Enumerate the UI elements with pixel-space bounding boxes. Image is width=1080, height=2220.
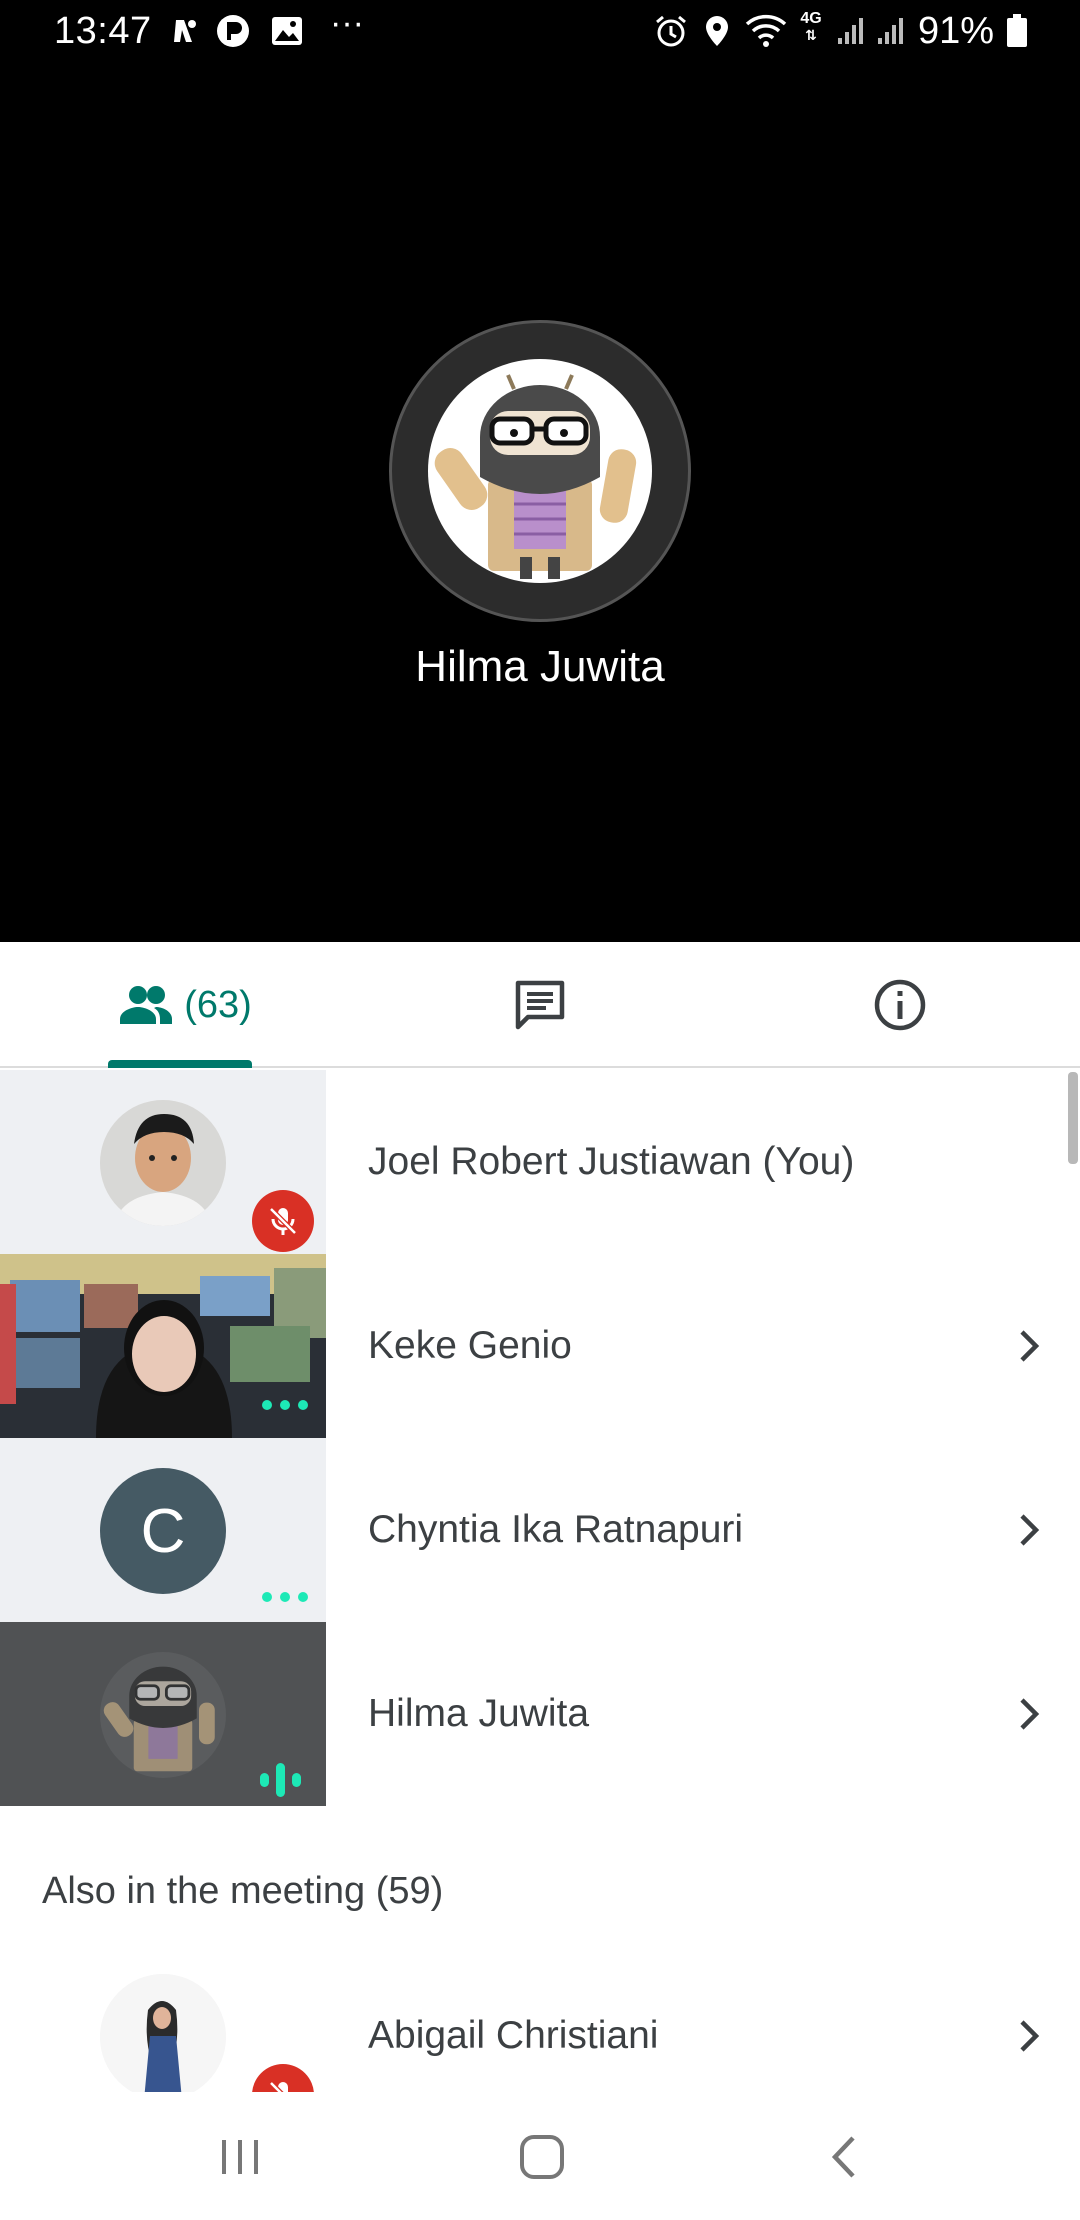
system-nav-bar	[0, 2092, 1080, 2220]
people-icon	[120, 986, 173, 1024]
wifi-icon	[744, 14, 788, 48]
battery-icon	[1000, 14, 1034, 48]
recent-apps-icon	[222, 2140, 258, 2174]
gallery-notification-icon	[270, 14, 304, 48]
tab-active-indicator	[108, 1060, 252, 1068]
connecting-dots-icon	[262, 1592, 308, 1602]
back-icon	[831, 2136, 855, 2178]
participant-thumbnail	[0, 1070, 326, 1254]
participant-avatar	[100, 1974, 226, 2092]
battery-percent: 91%	[918, 10, 995, 52]
home-button[interactable]	[507, 2122, 577, 2192]
p-notification-icon	[216, 14, 250, 48]
participant-name: Abigail Christiani	[368, 2014, 659, 2057]
active-speaker-name: Hilma Juwita	[415, 642, 665, 691]
info-icon	[874, 979, 926, 1031]
participant-thumbnail: C	[0, 1438, 326, 1622]
speaking-indicator-icon	[260, 1763, 301, 1797]
participant-initial: C	[140, 1496, 186, 1566]
participant-count: (63)	[184, 983, 252, 1026]
chat-icon	[515, 980, 565, 1030]
meeting-tabs: (63)	[0, 942, 1080, 1068]
participant-video-thumbnail	[0, 1254, 326, 1438]
participant-thumbnail	[0, 1944, 326, 2092]
signal-icon-2	[874, 14, 908, 48]
participant-avatar	[100, 1652, 226, 1778]
chevron-right-icon[interactable]	[1010, 1326, 1050, 1366]
participant-name: Hilma Juwita	[368, 1692, 590, 1735]
network-type-label: 4G	[800, 10, 822, 27]
participant-row[interactable]: Keke Genio	[0, 1254, 1080, 1438]
participant-name: Joel Robert Justiawan (You)	[368, 1140, 855, 1183]
home-icon	[520, 2135, 564, 2179]
chevron-right-icon[interactable]	[1010, 1510, 1050, 1550]
tab-people[interactable]: (63)	[100, 942, 270, 1068]
alarm-icon	[654, 14, 688, 48]
recent-apps-button[interactable]	[205, 2122, 275, 2192]
location-icon	[700, 14, 734, 48]
back-button[interactable]	[810, 2122, 880, 2192]
chevron-right-icon[interactable]	[1010, 1694, 1050, 1734]
participant-initial-avatar: C	[100, 1468, 226, 1594]
list-scrollbar[interactable]	[1068, 1072, 1078, 1164]
participant-row[interactable]: Joel Robert Justiawan (You)	[0, 1070, 1080, 1254]
participant-name: Keke Genio	[368, 1324, 572, 1367]
connecting-dots-icon	[262, 1400, 308, 1410]
also-in-meeting-header: Also in the meeting (59)	[42, 1870, 444, 1912]
status-time: 13:47	[54, 10, 152, 52]
signal-icon-1	[834, 14, 868, 48]
participant-name: Chyntia Ika Ratnapuri	[368, 1508, 744, 1551]
network-type: 4G ⇅	[800, 10, 822, 44]
tab-chat[interactable]	[490, 942, 590, 1068]
participant-list[interactable]: Joel Robert Justiawan (You) Keke Genio C…	[0, 1070, 1080, 2092]
status-bar: 13:47 ··· 4G ⇅ 91%	[0, 0, 1080, 64]
participant-avatar	[100, 1100, 226, 1226]
more-notifications-icon: ···	[330, 3, 364, 42]
speaker-avatar-ring	[389, 320, 691, 622]
mic-off-icon	[252, 1190, 314, 1252]
speaker-avatar	[428, 359, 652, 583]
app-notification-icon	[168, 14, 202, 48]
mic-off-icon	[252, 2064, 314, 2092]
tab-info[interactable]	[850, 942, 950, 1068]
participant-row[interactable]: C Chyntia Ika Ratnapuri	[0, 1438, 1080, 1622]
participant-thumbnail	[0, 1622, 326, 1806]
participant-row[interactable]: Abigail Christiani	[0, 1944, 1080, 2092]
chevron-right-icon[interactable]	[1010, 2016, 1050, 2056]
participant-row[interactable]: Hilma Juwita	[0, 1622, 1080, 1806]
active-speaker-stage[interactable]: Hilma Juwita	[0, 64, 1080, 942]
